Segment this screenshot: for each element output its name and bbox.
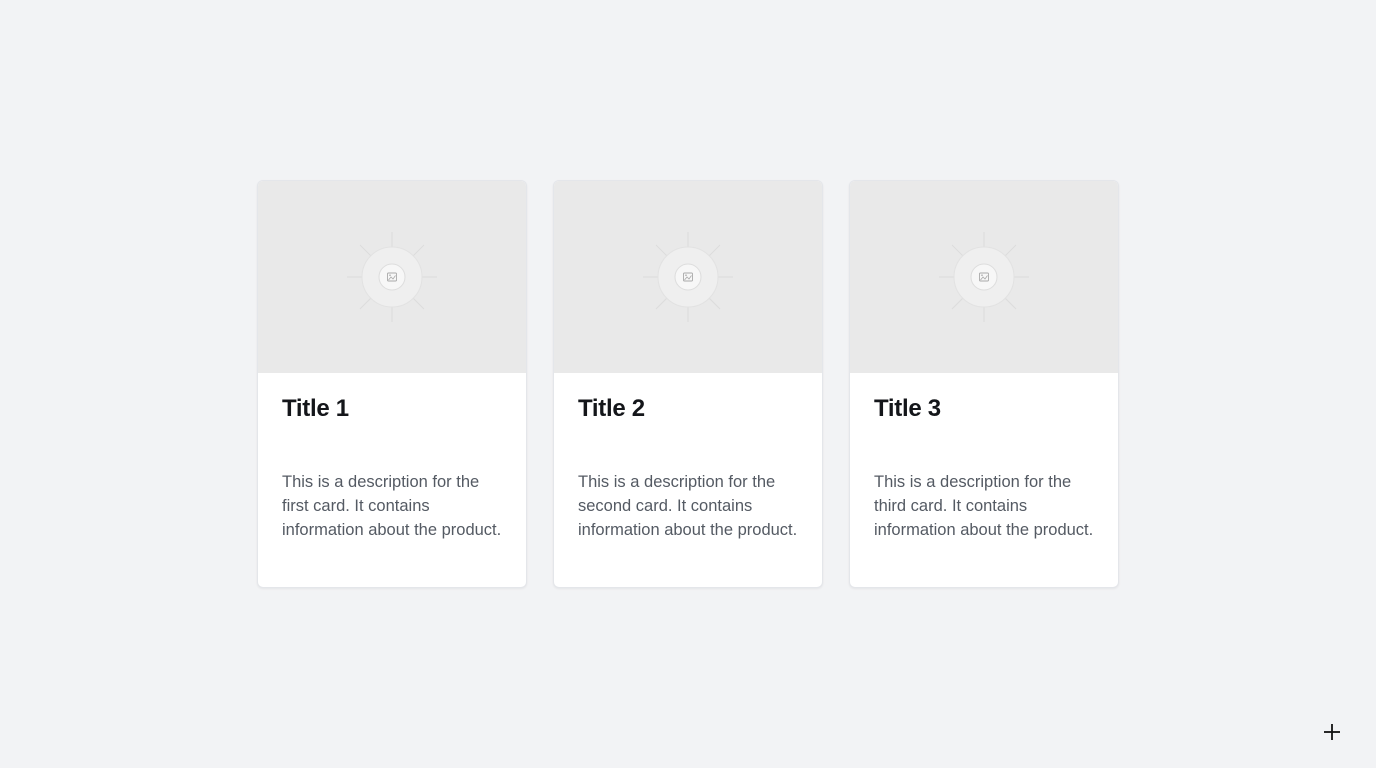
- image-placeholder-icon: [939, 232, 1029, 322]
- card-title: Title 3: [874, 395, 941, 422]
- card: Title 3 This is a description for the th…: [849, 180, 1119, 588]
- card-title: Title 1: [282, 395, 349, 422]
- card-image: [258, 181, 526, 373]
- image-placeholder-icon: [347, 232, 437, 322]
- card: Title 1 This is a description for the fi…: [257, 180, 527, 588]
- card-list: Title 1 This is a description for the fi…: [257, 180, 1119, 588]
- card: Title 2 This is a description for the se…: [553, 180, 823, 588]
- card-image: [554, 181, 822, 373]
- card-title: Title 2: [578, 395, 645, 422]
- card-image: [850, 181, 1118, 373]
- card-description: This is a description for the third card…: [874, 473, 1094, 539]
- card-description: This is a description for the first card…: [282, 473, 502, 539]
- plus-icon[interactable]: [1322, 722, 1342, 742]
- image-placeholder-icon: [643, 232, 733, 322]
- card-description: This is a description for the second car…: [578, 473, 798, 539]
